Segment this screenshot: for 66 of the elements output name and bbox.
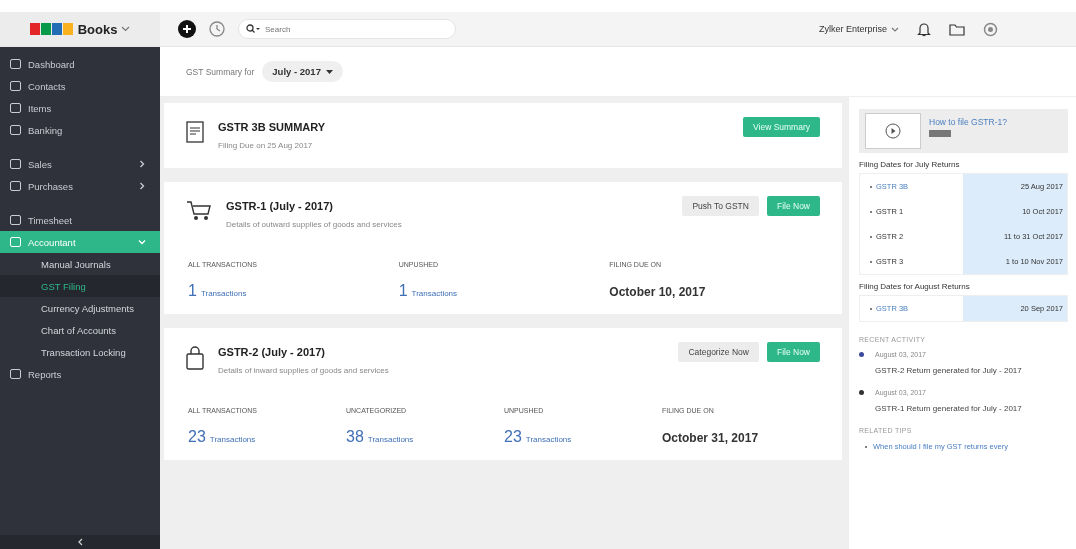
- menu-item-icon: [10, 237, 21, 247]
- sidebar-item[interactable]: Reports: [0, 363, 160, 385]
- chevron-down-icon[interactable]: [121, 26, 131, 32]
- sidebar-item[interactable]: Timesheet: [0, 209, 160, 231]
- caret-icon: [325, 69, 333, 74]
- sidebar-item[interactable]: Items: [0, 97, 160, 119]
- document-icon: [186, 121, 204, 143]
- submenu-item[interactable]: Currency Adjustments: [0, 297, 160, 319]
- chevron-left-icon[interactable]: [77, 538, 83, 546]
- sidebar-item[interactable]: Purchases: [0, 175, 160, 197]
- cart-icon: [186, 200, 212, 222]
- return-description: Details of inward supplies of goods and services: [218, 366, 390, 375]
- menu-item-icon: [10, 81, 21, 91]
- sidebar-item[interactable]: Contacts: [0, 75, 160, 97]
- duration-badge: [929, 130, 951, 137]
- menu-item-icon: [10, 181, 21, 191]
- menu-item-icon: [10, 369, 21, 379]
- menu-item-icon: [10, 59, 21, 69]
- chevron-right-icon[interactable]: [138, 182, 146, 190]
- activity-text: GSTR-1 Return generated for July - 2017: [875, 404, 1023, 413]
- secondary-button[interactable]: Categorize Now: [678, 342, 759, 362]
- transactions-link[interactable]: 23 Transactions: [188, 428, 346, 446]
- return-description: Details of outward supplies of goods and services: [226, 220, 403, 229]
- sidebar-item[interactable]: Sales: [0, 153, 160, 175]
- video-thumbnail[interactable]: [865, 113, 921, 149]
- menu-item-icon: [10, 159, 21, 169]
- activity-text: GSTR-2 Return generated for July - 2017: [875, 366, 1023, 375]
- sidebar-item[interactable]: Dashboard: [0, 53, 160, 75]
- video-link[interactable]: How to file GSTR-1?: [929, 117, 1007, 127]
- transactions-link[interactable]: 1 Transactions: [188, 282, 399, 300]
- return-description: Filing Due on 25 Aug 2017: [218, 141, 314, 150]
- period-label: GST Summary for: [186, 66, 255, 77]
- app-name[interactable]: Books: [77, 21, 118, 37]
- submenu-item[interactable]: Manual Journals: [0, 253, 160, 275]
- shopping-bag-icon: [186, 346, 204, 370]
- secondary-button[interactable]: Push To GSTN: [682, 196, 759, 216]
- submenu-item[interactable]: Transaction Locking: [0, 341, 160, 363]
- search-field[interactable]: Search: [238, 19, 456, 39]
- transactions-link[interactable]: 38 Transactions: [346, 428, 504, 446]
- menu-item-icon: [10, 125, 21, 135]
- period-dropdown[interactable]: July - 2017: [262, 61, 343, 82]
- search-icon: [246, 24, 260, 34]
- chevron-right-icon[interactable]: [138, 160, 146, 168]
- logo-icon: [29, 22, 74, 36]
- bell-icon[interactable]: [917, 21, 931, 37]
- return-title: GSTR-1 (July - 2017): [226, 200, 334, 212]
- due-date: October 10, 2017: [609, 284, 707, 299]
- video-card[interactable]: How to file GSTR-1?: [859, 109, 1068, 153]
- return-title: GSTR-2 (July - 2017): [218, 346, 326, 358]
- menu-item-icon: [10, 215, 21, 225]
- return-title: GSTR 3B SUMMARY: [218, 121, 327, 133]
- organization-name[interactable]: Zylker Enterprise: [818, 24, 887, 34]
- transactions-link[interactable]: 1 Transactions: [398, 282, 610, 300]
- submenu-item[interactable]: GST Filing: [0, 275, 160, 297]
- due-date: October 31, 2017: [662, 430, 760, 445]
- folder-icon[interactable]: [949, 22, 965, 36]
- chevron-down-icon[interactable]: [891, 26, 899, 32]
- menu-item-icon: [10, 103, 21, 113]
- history-icon[interactable]: [208, 20, 226, 38]
- add-icon[interactable]: [178, 20, 196, 38]
- play-icon: [885, 123, 901, 139]
- section-heading: Filing Dates for July Returns: [859, 160, 961, 169]
- submenu-item[interactable]: Chart of Accounts: [0, 319, 160, 341]
- transactions-link[interactable]: 23 Transactions: [504, 428, 662, 446]
- sidebar-item[interactable]: Banking: [0, 119, 160, 141]
- section-heading: Filing Dates for August Returns: [859, 282, 971, 291]
